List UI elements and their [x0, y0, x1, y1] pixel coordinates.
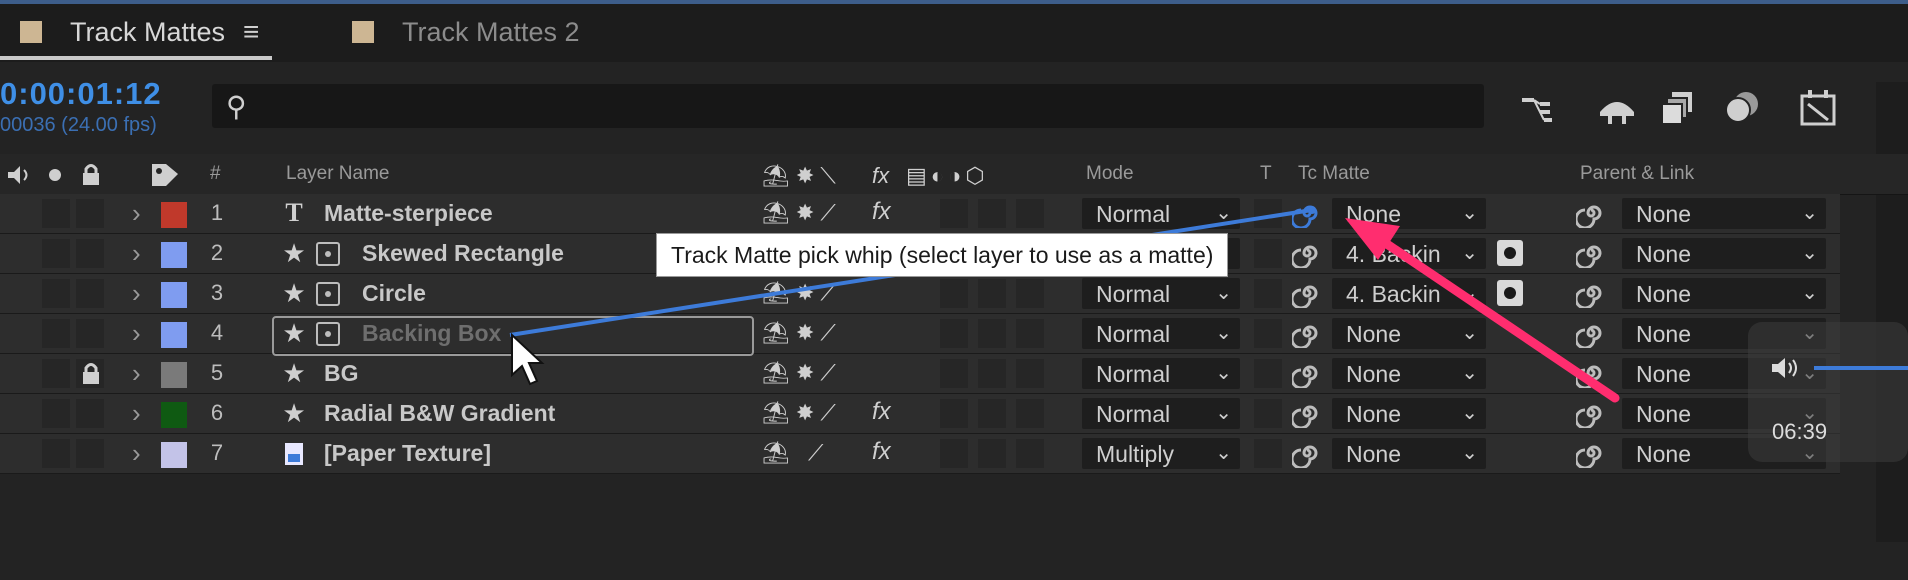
mouse-cursor-icon: [511, 332, 545, 386]
pick-whip-overlay: [509, 206, 1620, 403]
playback-time: 06:39: [1772, 419, 1828, 444]
pick-whip-end: [1308, 206, 1316, 214]
volume-slider[interactable]: [1814, 366, 1908, 370]
annotation-arrow-head: [1345, 218, 1400, 260]
speaker-icon[interactable]: [1770, 355, 1802, 381]
annotation-arrow-shaft: [1373, 233, 1620, 403]
pick-whip-tooltip: Track Matte pick whip (select layer to u…: [656, 233, 1229, 277]
